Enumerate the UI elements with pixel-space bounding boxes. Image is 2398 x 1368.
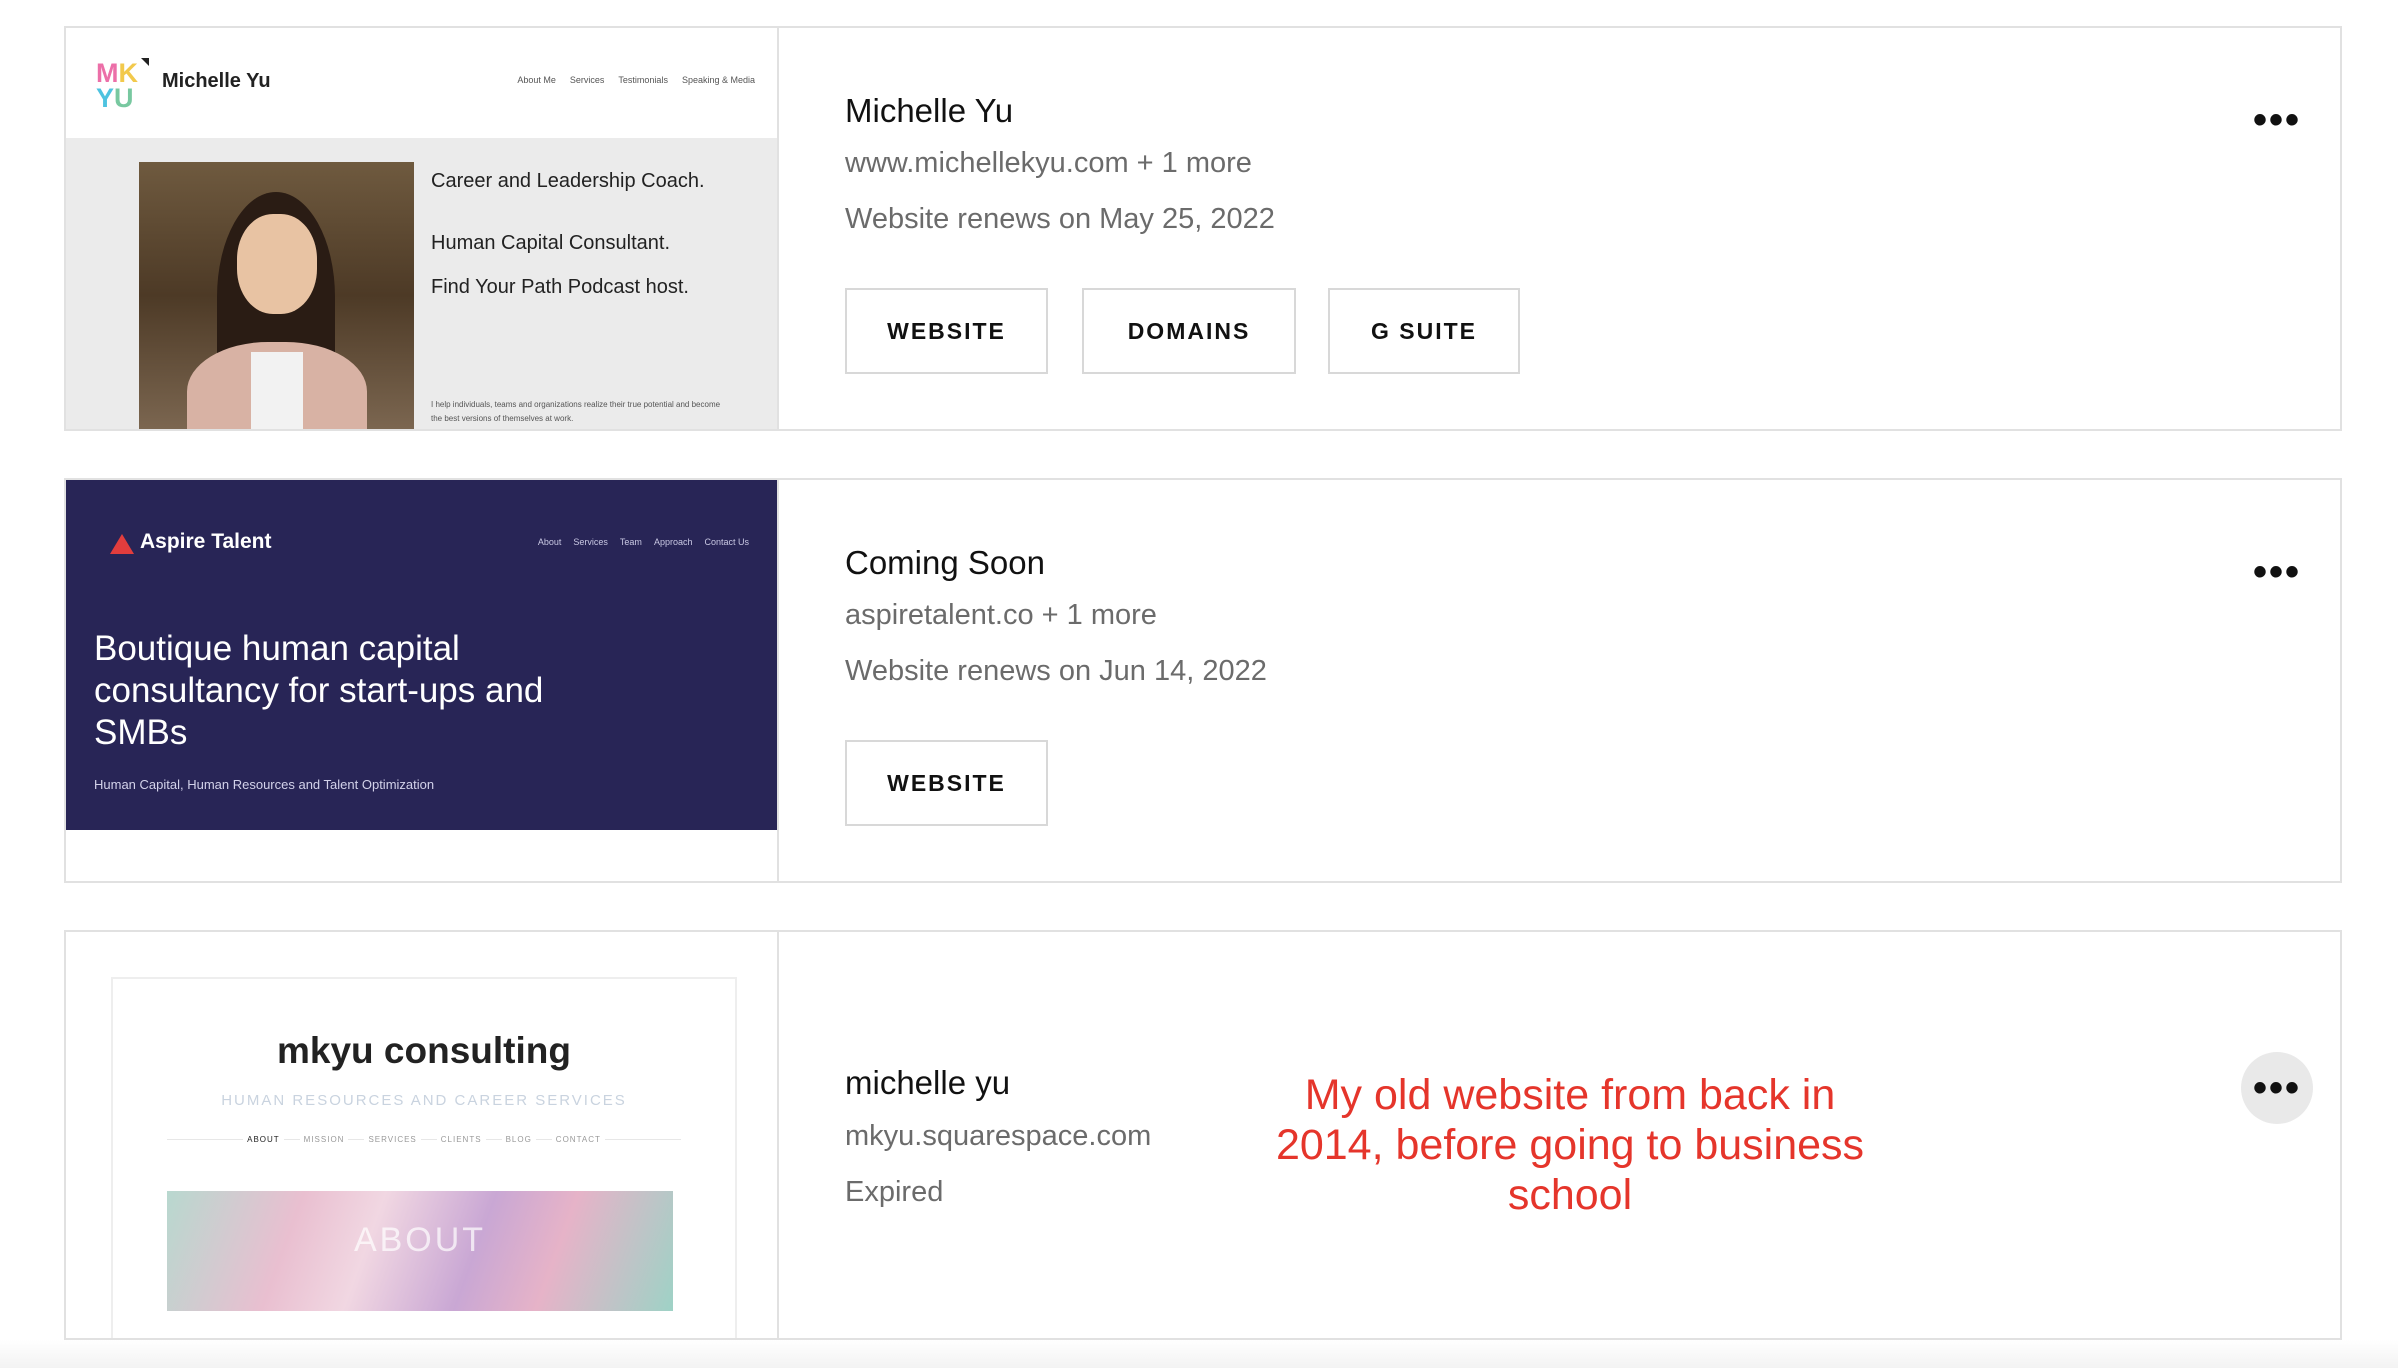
preview-nav-item: MISSION	[299, 1135, 349, 1144]
preview-nav-item: CLIENTS	[436, 1135, 486, 1144]
preview-nav-item: About Me	[517, 75, 556, 85]
preview-nav: About Me Services Testimonials Speaking …	[517, 75, 755, 85]
site-renewal: Website renews on May 25, 2022	[845, 203, 1275, 235]
domains-button[interactable]: DOMAINS	[1082, 288, 1296, 374]
preview-tagline: HUMAN RESOURCES AND CAREER SERVICES	[221, 1092, 627, 1109]
site-renewal: Website renews on Jun 14, 2022	[845, 655, 1267, 687]
site-domain: www.michellekyu.com + 1 more	[845, 147, 1252, 179]
site-card-coming-soon: Aspire Talent About Services Team Approa…	[64, 478, 2342, 883]
site-preview-thumbnail[interactable]: mkyu consulting HUMAN RESOURCES AND CARE…	[66, 932, 779, 1338]
more-horizontal-icon[interactable]: •••	[2241, 1052, 2313, 1124]
watercolor-banner-image: ABOUT	[167, 1191, 673, 1311]
preview-header: MK YU Michelle Yu About Me Services Test…	[66, 28, 777, 138]
logo-corner-mark	[141, 58, 149, 66]
preview-nav: About Services Team Approach Contact Us	[538, 537, 749, 547]
preview-nav-item: Speaking & Media	[681, 75, 755, 85]
portrait-face	[237, 214, 317, 314]
gsuite-button[interactable]: G SUITE	[1328, 288, 1520, 374]
site-domain: mkyu.squarespace.com	[845, 1120, 1152, 1152]
site-title[interactable]: Michelle Yu	[845, 92, 1013, 130]
site-card-mkyu: mkyu consulting HUMAN RESOURCES AND CARE…	[64, 930, 2342, 1340]
site-preview-thumbnail[interactable]: MK YU Michelle Yu About Me Services Test…	[66, 28, 779, 429]
portrait-shirt	[251, 352, 303, 429]
portrait-photo	[139, 162, 414, 429]
preview-headline: Find Your Path Podcast host.	[431, 276, 689, 298]
preview-nav-item: SERVICES	[364, 1135, 421, 1144]
preview-hero: Aspire Talent About Services Team Approa…	[66, 480, 777, 830]
bottom-fade	[0, 1340, 2398, 1368]
more-horizontal-icon[interactable]: •••	[2241, 536, 2313, 608]
preview-nav-item: Services	[569, 75, 605, 85]
preview-nav-item: About	[537, 537, 562, 547]
website-button[interactable]: WEBSITE	[845, 740, 1048, 826]
preview-nav-item: Contact Us	[704, 537, 749, 547]
preview-brand-name: Aspire Talent	[140, 530, 272, 553]
preview-headline: Career and Leadership Coach.	[431, 170, 705, 192]
preview-brand-name: Michelle Yu	[162, 70, 271, 92]
preview-subline: Human Capital, Human Resources and Talen…	[94, 777, 435, 792]
preview-nav: ABOUT MISSION SERVICES CLIENTS BLOG CONT…	[113, 1135, 735, 1144]
preview-nav-item: Team	[619, 537, 642, 547]
site-domain: aspiretalent.co + 1 more	[845, 599, 1157, 631]
site-card-michelle-yu: MK YU Michelle Yu About Me Services Test…	[64, 26, 2342, 431]
site-preview-thumbnail[interactable]: Aspire Talent About Services Team Approa…	[66, 480, 779, 881]
preview-nav-item: Approach	[653, 537, 693, 547]
preview-nav-item: Testimonials	[618, 75, 668, 85]
preview-headline: Boutique human capital consultancy for s…	[94, 629, 544, 752]
site-status-expired: Expired	[845, 1176, 944, 1208]
site-info: Michelle Yu www.michellekyu.com + 1 more…	[777, 28, 2340, 429]
preview-nav-item: ABOUT	[243, 1135, 284, 1144]
website-button[interactable]: WEBSITE	[845, 288, 1048, 374]
preview-hero: Career and Leadership Coach. Human Capit…	[66, 138, 777, 429]
preview-frame: mkyu consulting HUMAN RESOURCES AND CARE…	[111, 977, 737, 1338]
site-info: Coming Soon aspiretalent.co + 1 more Web…	[777, 480, 2340, 881]
more-horizontal-icon[interactable]: •••	[2241, 84, 2313, 156]
preview-nav-item: CONTACT	[551, 1135, 605, 1144]
site-title[interactable]: michelle yu	[845, 1064, 1010, 1102]
preview-nav-item: Services	[573, 537, 608, 547]
preview-brand-name: mkyu consulting	[277, 1030, 571, 1071]
preview-headline: Human Capital Consultant.	[431, 232, 671, 254]
preview-body-text: I help individuals, teams and organizati…	[431, 400, 721, 423]
aspire-logo-icon	[110, 534, 134, 554]
preview-nav-item: BLOG	[501, 1135, 536, 1144]
red-annotation-note: My old website from back in 2014, before…	[1275, 1071, 1865, 1219]
site-title[interactable]: Coming Soon	[845, 544, 1045, 582]
banner-label: ABOUT	[353, 1221, 487, 1259]
preview-logo: MK YU	[96, 58, 138, 113]
